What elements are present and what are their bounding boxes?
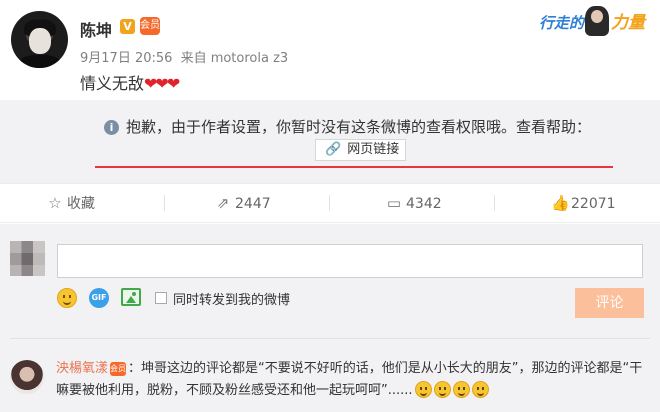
campaign-text-1: 行走的	[539, 14, 585, 32]
avatar-body	[19, 55, 61, 68]
comment-count: 4342	[406, 196, 442, 212]
commenter-vip-icon[interactable]: 会员	[110, 362, 127, 376]
smiley-emoji-icon	[471, 381, 489, 398]
post-text-body: 情义无敌	[80, 74, 145, 93]
repost-count: 2447	[235, 196, 271, 212]
campaign-portrait-icon	[585, 6, 609, 36]
action-bar: ☆ 收藏 ⇗ 2447 ▭ 4342 👍22071	[0, 183, 660, 223]
commenter-name[interactable]: 泱楊氧漾	[56, 361, 108, 376]
smiley-emoji-icon	[433, 381, 451, 398]
commenter-avatar[interactable]	[10, 360, 44, 394]
comment-section: GIF 同时转发到我的微博 评论 泱楊氧漾 会员 ：坤哥这边的评论都是“不要说不好听…	[0, 224, 660, 412]
gif-icon[interactable]: GIF	[89, 288, 109, 308]
comment-input[interactable]	[57, 244, 643, 278]
smiley-emoji-icon	[452, 381, 470, 398]
avatar-face	[29, 28, 51, 54]
info-icon: i	[104, 120, 119, 135]
notice-message: 抱歉，由于作者设置，你暂时没有这条微博的查看权限哦。查看帮助：	[126, 118, 592, 136]
author-avatar[interactable]	[11, 11, 68, 68]
post-source: 来自 motorola z3	[180, 51, 289, 66]
action-separator	[164, 195, 165, 211]
comment-icon: ▭	[386, 194, 402, 212]
comment-text: ：坤哥这边的评论都是“不要说不好听的话，他们是从小长大的朋友”，那边的评论都是“…	[56, 361, 643, 398]
author-name[interactable]: 陈坤	[80, 17, 112, 41]
web-link-label: 网页链接	[347, 142, 400, 157]
repost-checkbox[interactable]	[155, 292, 167, 304]
vip-badge-icon[interactable]: 会员	[140, 17, 160, 35]
notice-line: i 抱歉，由于作者设置，你暂时没有这条微博的查看权限哦。查看帮助：	[104, 116, 591, 137]
comment-item: 泱楊氧漾 会员 ：坤哥这边的评论都是“不要说不好听的话，他们是从小长大的朋友”，那边…	[56, 358, 646, 402]
submit-comment-button[interactable]: 评论	[575, 288, 644, 318]
post-meta: 9月17日 20:56 来自 motorola z3	[80, 47, 292, 66]
current-user-avatar[interactable]	[10, 241, 45, 276]
link-icon: 🔗	[325, 142, 342, 157]
post-time[interactable]: 9月17日 20:56	[80, 51, 172, 66]
notice-underline	[95, 166, 613, 168]
campaign-banner[interactable]: 行走的 力量	[527, 2, 655, 40]
web-link-button[interactable]: 🔗 网页链接	[315, 139, 406, 161]
star-icon: ☆	[48, 194, 62, 212]
smiley-emoji-icon	[414, 381, 432, 398]
favorite-button[interactable]: ☆ 收藏	[47, 184, 95, 222]
like-button[interactable]: 👍22071	[551, 184, 616, 222]
like-count: 22071	[571, 196, 616, 212]
verified-icon[interactable]: V	[120, 19, 135, 34]
heart-emoji-icon: ❤❤❤	[144, 74, 180, 93]
image-icon[interactable]	[121, 288, 141, 306]
post-text: 情义无敌❤❤❤	[80, 70, 180, 94]
favorite-label: 收藏	[67, 196, 95, 212]
emoji-icon[interactable]	[57, 288, 77, 308]
share-icon: ⇗	[216, 194, 230, 212]
campaign-text-2: 力量	[611, 13, 645, 33]
action-separator	[494, 195, 495, 211]
comment-button[interactable]: ▭ 4342	[386, 184, 442, 222]
thumbs-up-icon: 👍	[551, 194, 570, 212]
comment-divider	[10, 338, 650, 339]
repost-checkbox-label[interactable]: 同时转发到我的微博	[173, 289, 290, 308]
repost-button[interactable]: ⇗ 2447	[215, 184, 271, 222]
permission-notice: i 抱歉，由于作者设置，你暂时没有这条微博的查看权限哦。查看帮助： 🔗 网页链接	[0, 100, 660, 183]
post-header: 陈坤 V 会员 9月17日 20:56 来自 motorola z3 情义无敌❤…	[0, 0, 660, 100]
action-separator	[329, 195, 330, 211]
